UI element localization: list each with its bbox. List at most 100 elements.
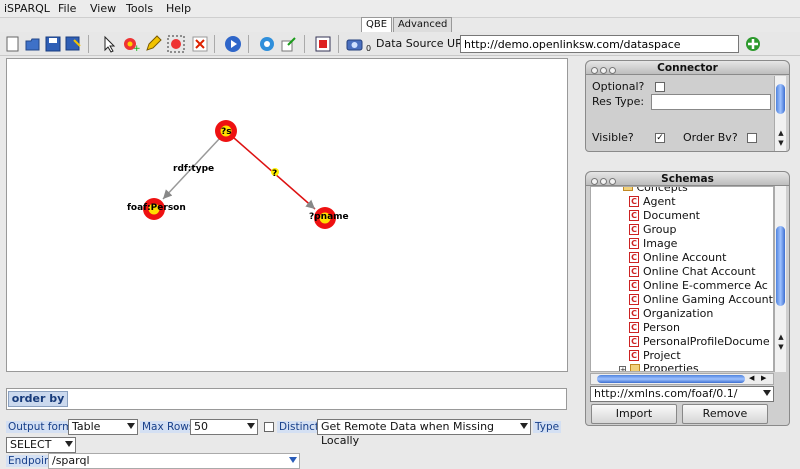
optional-label: Optional? (592, 80, 645, 93)
connector-panel: Connector Optional? Res Type: Visible? ✓… (585, 60, 790, 152)
max-rows-select[interactable]: 50 (190, 419, 258, 435)
menu-tools[interactable]: Tools (126, 2, 153, 15)
chevron-down-icon (763, 390, 771, 396)
schema-item[interactable]: Group (643, 223, 677, 236)
node-person-label: foaf:Person (127, 203, 186, 213)
query-canvas[interactable]: ?s foaf:Person ?pname rdf:type ? (6, 58, 568, 372)
schema-vertical-scrollbar[interactable]: ▲ ▼ (774, 186, 786, 372)
concept-icon: C (629, 266, 639, 277)
scroll-right-icon[interactable]: ▶ (761, 374, 766, 382)
schema-uri-value: http://xmlns.com/foaf/0.1/ (594, 387, 738, 400)
toolbar-separator (304, 35, 305, 53)
remote-data-value: Get Remote Data when Missing Locally (321, 420, 495, 447)
save-icon[interactable] (44, 35, 62, 53)
endpoint-value: /sparql (52, 454, 90, 467)
schema-tree[interactable]: Concepts C Agent C Document C Group C Im… (590, 186, 774, 372)
schema-item[interactable]: Online Chat Account (643, 265, 756, 278)
schema-item[interactable]: Project (643, 349, 681, 362)
open-folder-icon[interactable] (24, 35, 42, 53)
data-source-input[interactable] (460, 35, 739, 53)
scroll-down-icon[interactable]: ▼ (775, 342, 787, 352)
connector-title: Connector (657, 62, 718, 74)
toolbar-separator (88, 35, 89, 53)
properties-node[interactable]: + Properties (619, 362, 699, 372)
distinct-checkbox[interactable] (264, 422, 274, 432)
add-node-icon[interactable]: + (122, 35, 141, 54)
schema-item[interactable]: PersonalProfileDocume (643, 335, 770, 348)
delete-icon[interactable] (191, 35, 209, 53)
res-type-label: Res Type: (592, 95, 645, 108)
settings-gear-icon[interactable] (258, 35, 276, 53)
properties-label: Properties (643, 362, 699, 372)
concept-icon: C (629, 280, 639, 291)
schema-item[interactable]: Online E-commerce Ac (643, 279, 768, 292)
menu-file[interactable]: File (58, 2, 76, 15)
svg-text:+: + (133, 44, 140, 53)
scroll-thumb[interactable] (776, 84, 785, 114)
schemas-title-bar[interactable]: Schemas (586, 172, 789, 186)
chevron-down-icon (520, 423, 528, 429)
node-s-label: ?s (221, 127, 232, 137)
edge-unknown-label: ? (272, 169, 277, 179)
type-select[interactable]: SELECT (6, 437, 76, 453)
badge-count: 0 (366, 44, 372, 53)
max-rows-value: 50 (194, 420, 208, 433)
order-by-field[interactable] (6, 388, 567, 410)
schema-item[interactable]: Online Gaming Account (643, 293, 773, 306)
distinct-label: Distinct (277, 421, 322, 433)
schema-item[interactable]: Agent (643, 195, 676, 208)
scroll-down-icon[interactable]: ▼ (775, 138, 787, 148)
scroll-thumb[interactable] (597, 375, 745, 383)
remove-button[interactable]: Remove (682, 404, 768, 424)
import-button[interactable]: Import (591, 404, 677, 424)
menu-help[interactable]: Help (166, 2, 191, 15)
res-type-input[interactable] (651, 94, 771, 110)
schema-item[interactable]: Online Account (643, 251, 726, 264)
order-by-checkbox[interactable] (747, 133, 757, 143)
output-format-value: Table (72, 420, 101, 433)
query-graph: ?s foaf:Person ?pname rdf:type ? (127, 120, 349, 229)
schema-item[interactable]: Person (643, 321, 680, 334)
tab-advanced[interactable]: Advanced (393, 17, 453, 32)
scroll-left-icon[interactable]: ◀ (749, 374, 754, 382)
select-group-icon[interactable] (167, 35, 185, 53)
window-controls[interactable] (591, 64, 618, 78)
schema-item[interactable]: Image (643, 237, 677, 250)
menu-view[interactable]: View (90, 2, 116, 15)
scroll-up-icon[interactable]: ▲ (775, 128, 787, 138)
new-icon[interactable] (4, 35, 22, 53)
schema-item[interactable]: Organization (643, 307, 713, 320)
chevron-down-icon (65, 441, 73, 447)
scroll-thumb[interactable] (776, 226, 785, 306)
scroll-up-icon[interactable]: ▲ (775, 332, 787, 342)
tab-qbe[interactable]: QBE (361, 17, 393, 32)
schemas-title: Schemas (661, 173, 714, 185)
concept-icon: C (629, 322, 639, 333)
concept-icon: C (629, 308, 639, 319)
toolbar-separator (338, 35, 339, 53)
visible-checkbox[interactable]: ✓ (655, 133, 665, 143)
order-by-button[interactable]: order by (8, 391, 68, 407)
export-icon[interactable] (280, 35, 298, 53)
pencil-icon[interactable] (144, 35, 162, 53)
type-value: SELECT (10, 438, 52, 451)
schema-horizontal-scrollbar[interactable]: ◀ ▶ (590, 373, 774, 385)
concepts-node[interactable]: Concepts (623, 186, 688, 194)
connector-title-bar[interactable]: Connector (586, 61, 789, 75)
chevron-down-icon (289, 457, 297, 463)
add-source-icon[interactable] (744, 35, 762, 53)
window-icon[interactable] (314, 35, 332, 53)
schema-uri-select[interactable]: http://xmlns.com/foaf/0.1/ (590, 386, 774, 402)
schema-item[interactable]: Document (643, 209, 700, 222)
save-as-icon[interactable] (64, 35, 82, 53)
concepts-label: Concepts (636, 186, 688, 194)
output-format-select[interactable]: Table (68, 419, 138, 435)
pointer-icon[interactable] (100, 35, 118, 53)
camera-icon[interactable] (346, 35, 364, 53)
visible-label: Visible? (592, 131, 634, 144)
remote-data-select[interactable]: Get Remote Data when Missing Locally (317, 419, 531, 447)
chevron-down-icon (127, 423, 135, 429)
connector-scrollbar[interactable]: ▲ ▼ (774, 76, 786, 151)
run-icon[interactable] (224, 35, 242, 53)
optional-checkbox[interactable] (655, 82, 665, 92)
